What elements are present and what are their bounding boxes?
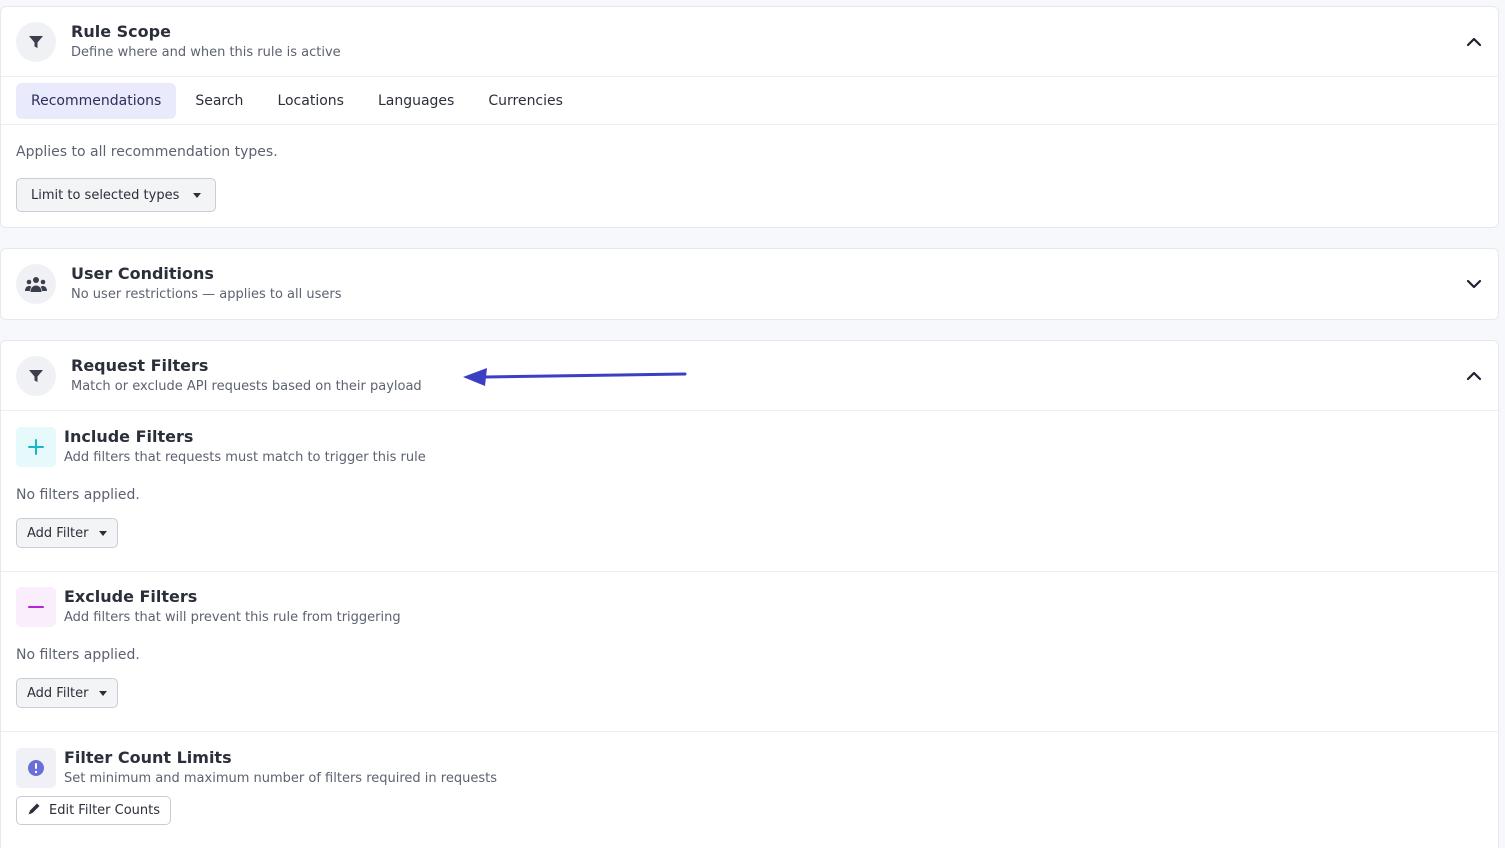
minus-icon [16, 587, 56, 627]
exclude-add-filter-button[interactable]: Add Filter [16, 678, 118, 708]
request-filters-title: Request Filters [71, 356, 209, 375]
limit-types-button[interactable]: Limit to selected types [16, 178, 217, 212]
exclude-empty-text: No filters applied. [16, 647, 140, 663]
plus-icon [16, 427, 56, 467]
chevron-up-icon[interactable] [1464, 366, 1484, 386]
exclude-filters-title: Exclude Filters [64, 587, 198, 606]
request-filters-subtitle: Match or exclude API requests based on t… [71, 379, 422, 394]
tab-languages[interactable]: Languages [363, 83, 469, 119]
filter-icon [16, 22, 56, 62]
include-empty-text: No filters applied. [16, 487, 140, 503]
pencil-icon [27, 802, 41, 820]
request-filters-card: Request Filters Match or exclude API req… [0, 340, 1499, 848]
rule-scope-subtitle: Define where and when this rule is activ… [71, 45, 341, 60]
filter-icon [16, 356, 56, 396]
include-filters-title: Include Filters [64, 427, 194, 446]
include-add-filter-button[interactable]: Add Filter [16, 518, 118, 548]
scope-tabs: Recommendations Search Locations Languag… [1, 77, 1498, 125]
user-conditions-title: User Conditions [71, 264, 214, 283]
edit-filter-counts-label: Edit Filter Counts [49, 803, 161, 818]
rule-scope-title: Rule Scope [71, 22, 171, 41]
include-filters-subtitle: Add filters that requests must match to … [64, 450, 426, 465]
caret-down-icon [98, 690, 107, 696]
caret-down-icon [98, 530, 107, 536]
divider [1, 731, 1498, 732]
annotation-arrow-icon [463, 368, 687, 386]
caret-down-icon [193, 192, 202, 198]
chevron-down-icon[interactable] [1464, 274, 1484, 294]
tab-locations[interactable]: Locations [262, 83, 359, 119]
divider [1, 571, 1498, 572]
filter-count-limits-subtitle: Set minimum and maximum number of filter… [64, 771, 497, 786]
add-filter-label: Add Filter [27, 685, 89, 701]
limit-types-label: Limit to selected types [31, 187, 180, 203]
exclude-filters-subtitle: Add filters that will prevent this rule … [64, 610, 401, 625]
edit-filter-counts-button[interactable]: Edit Filter Counts [16, 796, 172, 825]
applies-text: Applies to all recommendation types. [16, 144, 278, 160]
user-conditions-card: User Conditions No user restrictions — a… [0, 248, 1499, 320]
info-icon [16, 748, 56, 788]
add-filter-label: Add Filter [27, 525, 89, 541]
tab-search[interactable]: Search [180, 83, 258, 119]
chevron-up-icon[interactable] [1464, 32, 1484, 52]
tab-recommendations[interactable]: Recommendations [16, 82, 177, 119]
user-conditions-subtitle: No user restrictions — applies to all us… [71, 287, 342, 302]
tab-currencies[interactable]: Currencies [473, 83, 578, 119]
users-icon [16, 264, 56, 304]
rule-scope-card: Rule Scope Define where and when this ru… [0, 6, 1499, 228]
rule-scope-header[interactable]: Rule Scope Define where and when this ru… [1, 7, 1498, 77]
user-conditions-header[interactable]: User Conditions No user restrictions — a… [1, 249, 1498, 319]
request-filters-header[interactable]: Request Filters Match or exclude API req… [1, 341, 1498, 411]
filter-count-limits-title: Filter Count Limits [64, 748, 232, 767]
